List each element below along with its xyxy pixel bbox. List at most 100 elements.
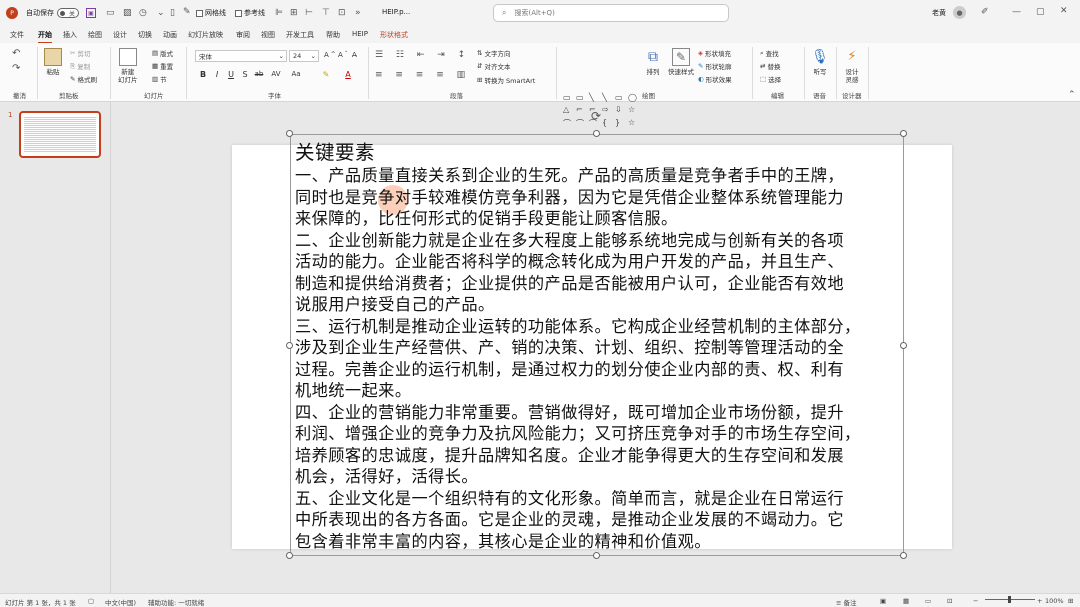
quick-styles-button[interactable]: ✎ 快速样式 — [668, 48, 694, 76]
slide-thumbnail[interactable] — [19, 111, 101, 158]
strikethrough-button[interactable]: ab — [253, 70, 265, 78]
align-buttons[interactable]: ≡ ≡ ≡ ≡ ▥ — [375, 70, 470, 80]
pen-icon[interactable]: ✐ — [981, 7, 989, 17]
align-top-icon[interactable]: ⊤ — [322, 8, 330, 18]
language[interactable]: 中文(中国) — [105, 597, 136, 607]
shapes-gallery[interactable]: ▭ ▭ ╲ ╲ ▭ ◯ △ ⌐ ⌐ ⇨ ⇩ ☆ ⌒ ⌒ ⌒{} ☆ — [563, 93, 641, 131]
resize-handle-ne[interactable] — [900, 130, 907, 137]
arrange-button[interactable]: ⧉ 排列 — [644, 48, 662, 76]
search-box[interactable]: ⌕ 搜索(Alt+Q) — [493, 4, 729, 22]
tab-draw[interactable]: 绘图 — [88, 30, 102, 40]
tab-heip[interactable]: HEIP — [352, 30, 368, 38]
shapes-icon[interactable]: ◷ — [139, 8, 147, 18]
align-right-icon[interactable]: ⊢ — [305, 8, 313, 18]
distribute-icon[interactable]: ⊡ — [338, 8, 346, 18]
spellcheck-icon[interactable]: ▢ — [88, 597, 94, 605]
font-size-select[interactable]: 24 ⌄ — [289, 50, 319, 62]
slideshow-view-icon[interactable]: ⊡ — [947, 597, 952, 605]
copy-button[interactable]: ⎘ 复制 — [70, 61, 90, 72]
tab-home[interactable]: 开始 — [38, 30, 52, 44]
replace-button[interactable]: ⇄ 替换 — [760, 61, 780, 71]
tab-design[interactable]: 设计 — [113, 30, 127, 40]
zoom-level[interactable]: 100% — [1045, 597, 1064, 605]
fit-slide-icon[interactable]: ⊞ — [1068, 597, 1073, 605]
tab-help[interactable]: 帮助 — [326, 30, 340, 40]
accessibility-status[interactable]: 辅助功能: 一切就绪 — [148, 597, 204, 607]
dictate-button[interactable]: 🎙 听写 — [811, 48, 829, 76]
italic-button[interactable]: I — [211, 70, 223, 79]
reading-view-icon[interactable]: ▭ — [925, 597, 931, 605]
new-slide-button[interactable]: 新建 幻灯片 — [118, 48, 138, 84]
bold-button[interactable]: B — [197, 70, 209, 79]
resize-handle-n[interactable] — [593, 130, 600, 137]
resize-handle-nw[interactable] — [286, 130, 293, 137]
undo-icon[interactable]: ↶ — [12, 48, 20, 59]
shape-fill-button[interactable]: ◈ 形状填充 — [698, 48, 731, 58]
resize-handle-s[interactable] — [593, 552, 600, 559]
tab-developer[interactable]: 开发工具 — [286, 30, 314, 40]
resize-handle-sw[interactable] — [286, 552, 293, 559]
tab-view[interactable]: 视图 — [261, 30, 275, 40]
save-icon[interactable]: ▣ — [86, 8, 96, 18]
rotate-handle-icon[interactable]: ⟳ — [591, 109, 601, 123]
file-name[interactable]: HEIP.p... — [382, 8, 410, 16]
format-painter-button[interactable]: ✎ 格式刷 — [70, 74, 97, 84]
dropdown-icon[interactable]: ⌄ — [157, 8, 165, 18]
text-direction-button[interactable]: ⇅ 文字方向 — [477, 48, 510, 58]
selection-frame[interactable] — [290, 134, 904, 556]
clear-format-icon[interactable]: A̶ — [352, 51, 357, 59]
tab-animations[interactable]: 动画 — [163, 30, 177, 40]
underline-button[interactable]: U — [225, 70, 237, 79]
shape-effects-button[interactable]: ◐ 形状效果 — [698, 74, 732, 84]
highlight-icon[interactable]: ✎ — [320, 70, 332, 79]
select-button[interactable]: ⬚ 选择 — [760, 74, 781, 84]
spacing-button[interactable]: AV — [270, 70, 282, 78]
sorter-view-icon[interactable]: ▦ — [903, 597, 909, 605]
resize-handle-se[interactable] — [900, 552, 907, 559]
align-left-icon[interactable]: ⊫ — [275, 8, 283, 18]
notes-button[interactable]: ≡ 备注 — [836, 597, 857, 607]
shape-outline-button[interactable]: ✎ 形状轮廓 — [698, 61, 731, 71]
list-buttons[interactable]: ☰ ☷ ⇤ ⇥ ↕ — [375, 50, 470, 60]
reset-button[interactable]: ▦ 重置 — [152, 61, 173, 71]
tab-slideshow[interactable]: 幻灯片放映 — [188, 30, 223, 40]
overflow-icon[interactable]: » — [355, 8, 361, 18]
format-painter-icon[interactable]: ✎ — [183, 7, 191, 17]
layout-button[interactable]: ▤ 版式 — [152, 48, 173, 58]
section-button[interactable]: ▥ 节 — [152, 74, 167, 84]
guides-checkbox[interactable]: 参考线 — [235, 8, 265, 18]
present-icon[interactable]: ▭ — [106, 8, 115, 18]
smartart-button[interactable]: ⊞ 转换为 SmartArt — [477, 75, 535, 85]
close-icon[interactable]: ✕ — [1060, 6, 1068, 16]
collapse-ribbon-icon[interactable]: ⌃ — [1068, 90, 1076, 100]
tab-review[interactable]: 审阅 — [236, 30, 250, 40]
autosave-toggle[interactable]: 关 — [57, 8, 79, 18]
align-text-button[interactable]: ⇵ 对齐文本 — [477, 61, 510, 71]
restore-icon[interactable]: ▢ — [1036, 7, 1045, 17]
case-button[interactable]: Aa — [290, 70, 302, 78]
tab-file[interactable]: 文件 — [10, 30, 24, 40]
tab-insert[interactable]: 插入 — [63, 30, 77, 40]
zoom-in-icon[interactable]: + — [1037, 597, 1042, 605]
font-name-select[interactable]: 宋体 ⌄ — [195, 50, 287, 62]
shrink-font-button[interactable]: Aˇ — [338, 51, 348, 59]
tab-shape-format[interactable]: 形状格式 — [380, 30, 408, 40]
resize-handle-w[interactable] — [286, 342, 293, 349]
gridlines-checkbox[interactable]: 网格线 — [196, 8, 226, 18]
picture-icon[interactable]: ▨ — [123, 8, 132, 18]
tab-transitions[interactable]: 切换 — [138, 30, 152, 40]
find-button[interactable]: ⌕ 查找 — [760, 48, 779, 59]
designer-button[interactable]: ⚡ 设计 灵感 — [843, 48, 861, 84]
redo-icon[interactable]: ↷ — [12, 63, 20, 74]
align-center-icon[interactable]: ⊞ — [290, 8, 298, 18]
normal-view-icon[interactable]: ▣ — [880, 597, 886, 605]
minimize-icon[interactable]: — — [1012, 7, 1021, 17]
zoom-out-icon[interactable]: − — [973, 597, 978, 605]
avatar[interactable]: ● — [953, 6, 966, 19]
resize-handle-e[interactable] — [900, 342, 907, 349]
grow-font-button[interactable]: A ^ — [324, 51, 336, 59]
shadow-button[interactable]: S — [239, 70, 251, 79]
more-icon[interactable]: ▯ — [170, 8, 175, 18]
zoom-slider-thumb[interactable] — [1008, 596, 1011, 603]
paste-button[interactable]: 粘贴 — [44, 48, 62, 76]
